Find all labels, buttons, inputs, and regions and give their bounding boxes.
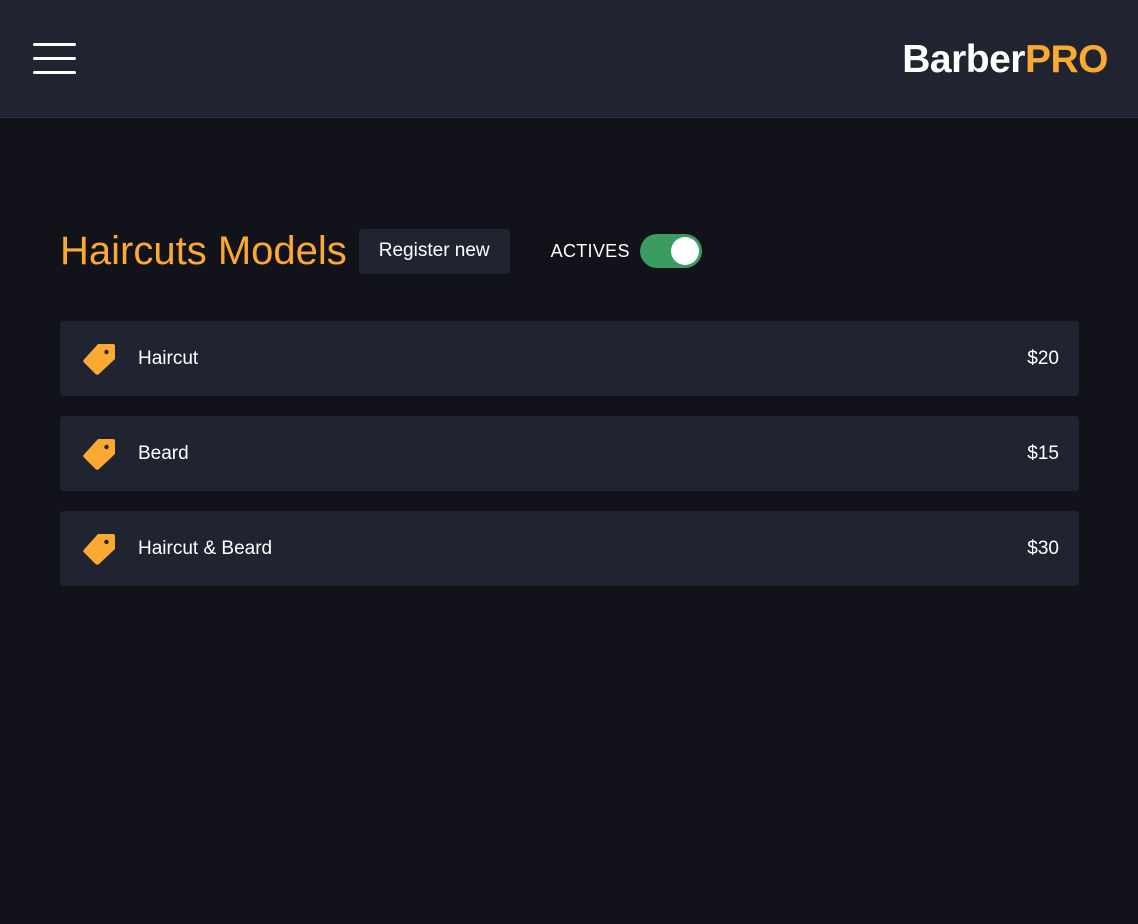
model-name: Haircut	[138, 347, 199, 369]
app-logo[interactable]: BarberPRO	[902, 36, 1108, 84]
model-name: Haircut & Beard	[138, 537, 273, 559]
page-header: Haircuts Models Register new ACTIVES	[60, 226, 702, 276]
menu-line	[33, 43, 76, 46]
model-price: $30	[1027, 537, 1059, 559]
haircut-models-list: Haircut $20 Beard $15 Haircut & Beard $3…	[60, 321, 1079, 606]
logo-text-pro: PRO	[1024, 38, 1109, 81]
model-price: $20	[1027, 347, 1059, 369]
menu-line	[33, 71, 76, 74]
list-item-beard[interactable]: Beard $15	[60, 416, 1079, 491]
actives-label: ACTIVES	[550, 240, 630, 261]
model-price: $15	[1027, 442, 1059, 464]
hamburger-menu-icon[interactable]	[32, 40, 78, 78]
toggle-knob	[670, 237, 699, 265]
list-item-haircut[interactable]: Haircut $20	[60, 321, 1079, 396]
list-item-haircut-beard[interactable]: Haircut & Beard $30	[60, 511, 1079, 586]
page-title: Haircuts Models	[60, 229, 347, 273]
register-new-button[interactable]: Register new	[358, 228, 510, 274]
price-tag-icon	[83, 439, 115, 470]
logo-text-barber: Barber	[902, 38, 1025, 81]
top-navbar: BarberPRO	[0, 0, 1138, 118]
actives-toggle[interactable]	[639, 234, 702, 268]
model-name: Beard	[138, 442, 189, 464]
price-tag-icon	[83, 534, 115, 565]
menu-line	[33, 57, 76, 60]
price-tag-icon	[83, 344, 115, 375]
